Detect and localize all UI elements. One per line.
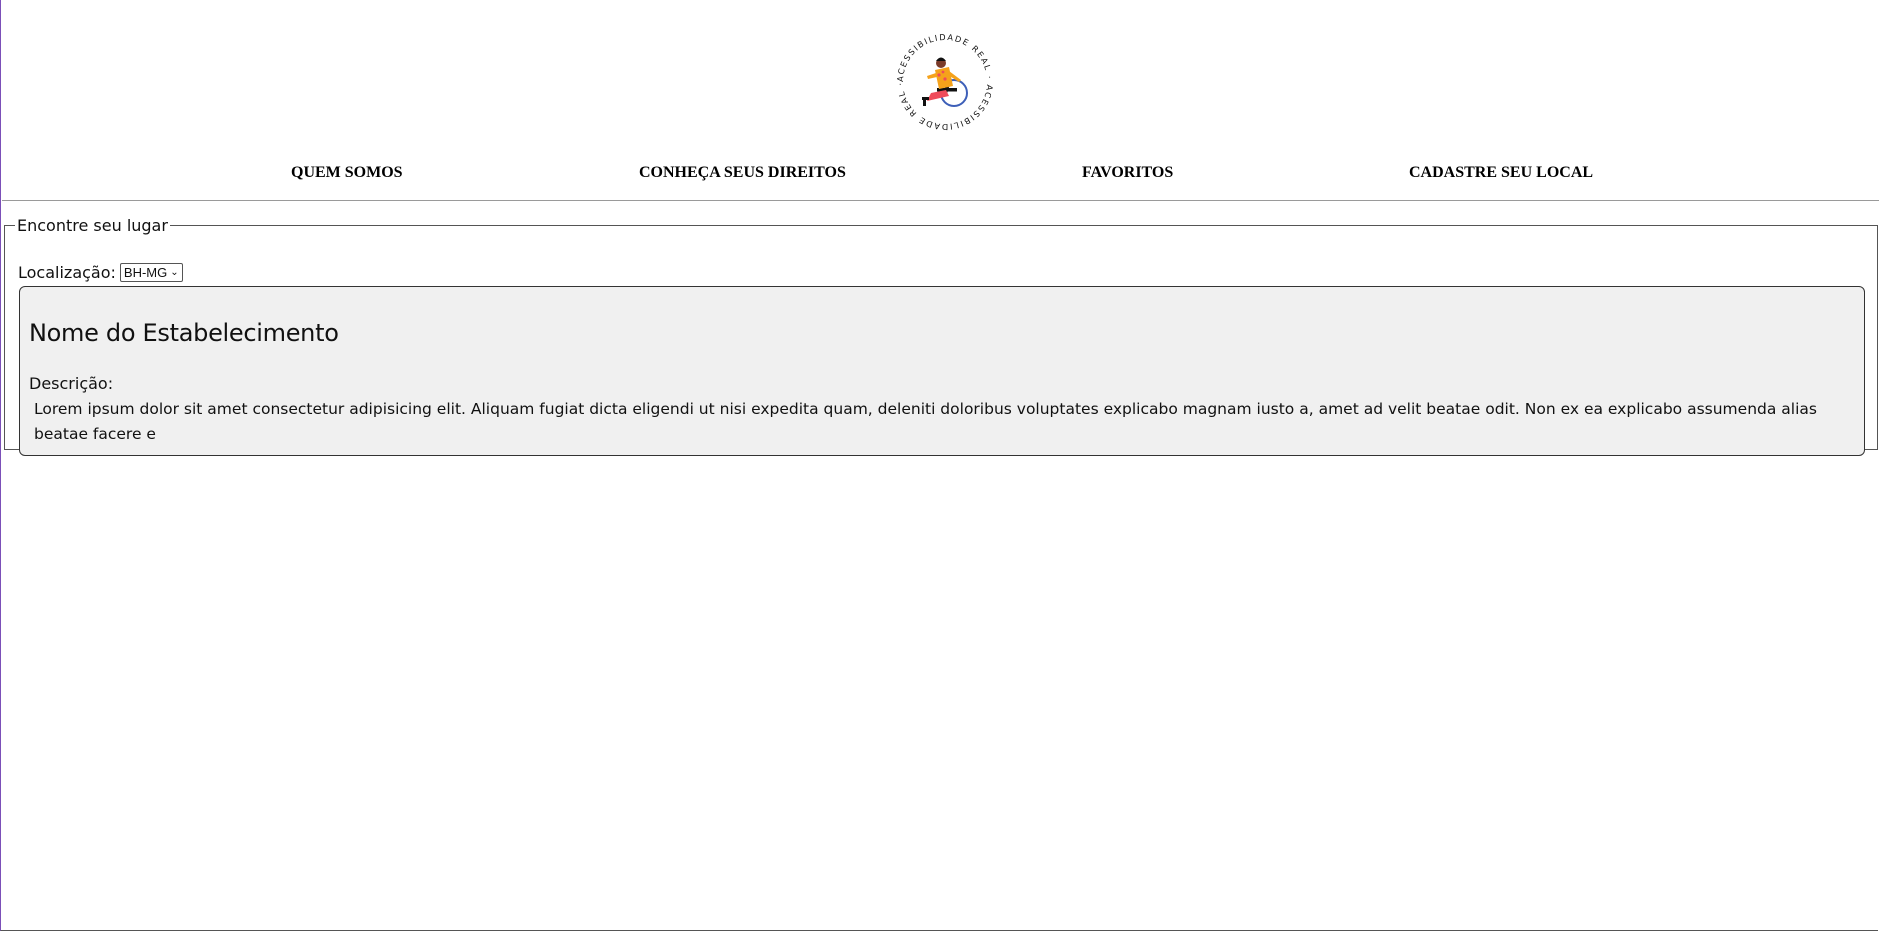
establishment-title: Nome do Estabelecimento — [29, 319, 339, 347]
search-fieldset: Encontre seu lugar Localização: BH-MG ⌄ … — [4, 216, 1878, 456]
search-legend: Encontre seu lugar — [17, 216, 168, 235]
site-header: ACESSIBILIDADE REAL · ACESSIBILIDADE REA… — [2, 0, 1879, 201]
establishment-card: Nome do Estabelecimento Descrição: Lorem… — [19, 286, 1865, 456]
location-select-value: BH-MG — [123, 265, 168, 280]
nav-quem-somos[interactable]: QUEM SOMOS — [291, 164, 403, 182]
location-row: Localização: BH-MG ⌄ — [18, 263, 183, 282]
page-frame: ACESSIBILIDADE REAL · ACESSIBILIDADE REA… — [0, 0, 1879, 931]
main-nav: QUEM SOMOS CONHEÇA SEUS DIREITOS FAVORIT… — [2, 164, 1879, 188]
location-label: Localização: — [18, 263, 116, 282]
location-select[interactable]: BH-MG ⌄ — [119, 263, 183, 282]
brand-logo[interactable]: ACESSIBILIDADE REAL · ACESSIBILIDADE REA… — [893, 30, 997, 134]
nav-favoritos[interactable]: FAVORITOS — [1082, 164, 1173, 182]
nav-conheca-seus-direitos[interactable]: CONHEÇA SEUS DIREITOS — [639, 164, 846, 182]
description-text: Lorem ipsum dolor sit amet consectetur a… — [34, 400, 1817, 443]
chevron-down-icon: ⌄ — [170, 267, 179, 278]
description-label: Descrição: — [29, 374, 114, 393]
nav-cadastre-seu-local[interactable]: CADASTRE SEU LOCAL — [1409, 164, 1593, 182]
